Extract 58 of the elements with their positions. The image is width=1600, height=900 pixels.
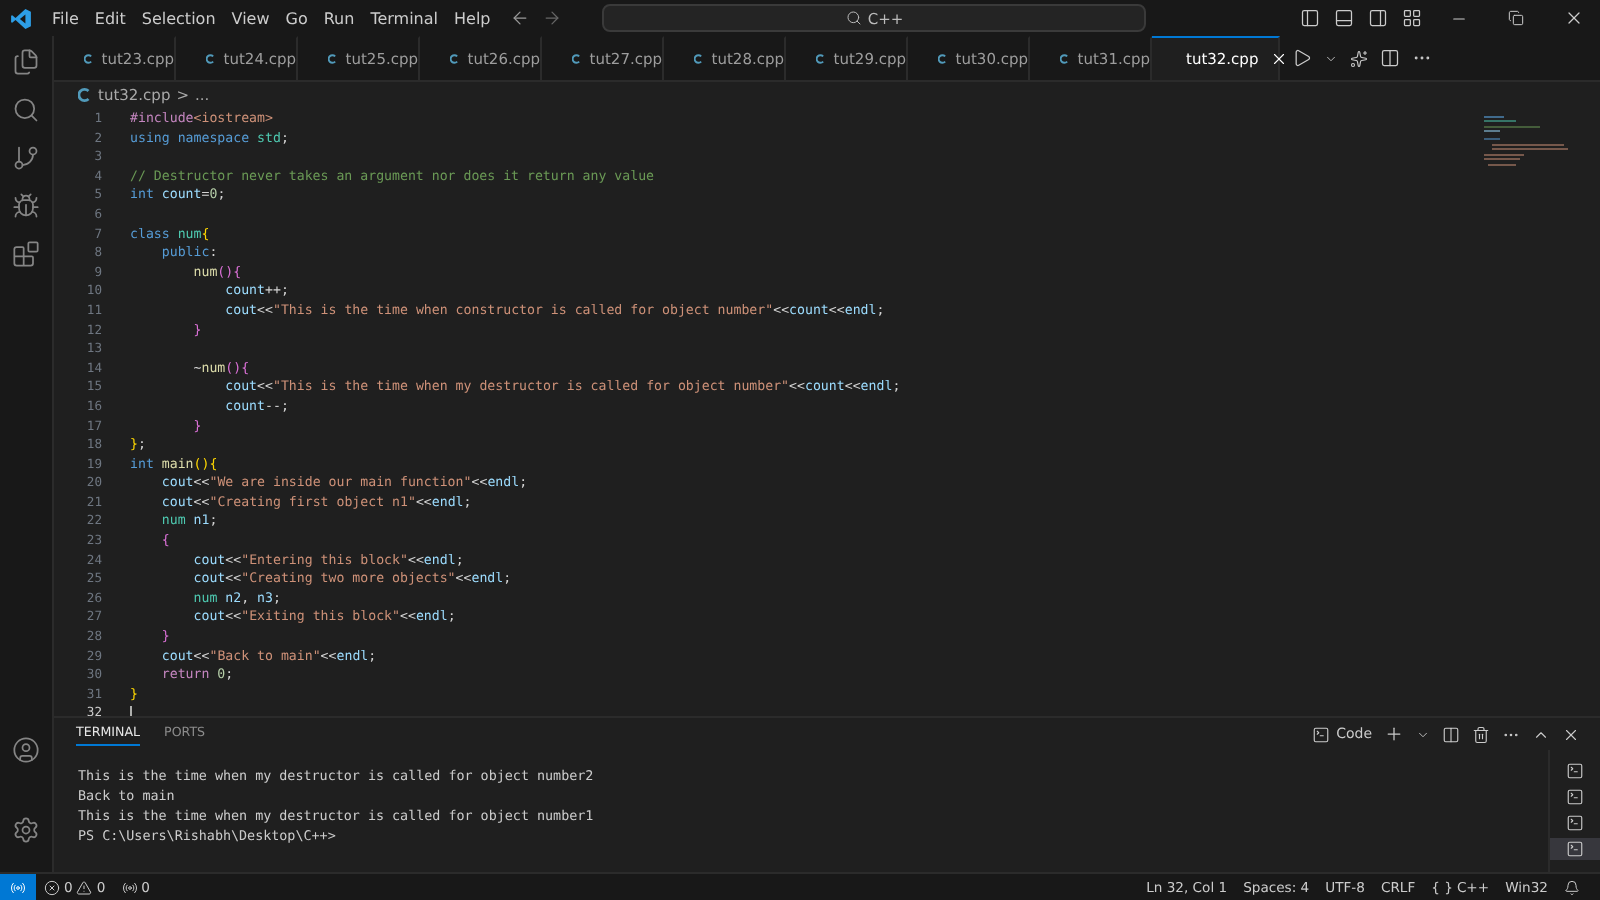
cpp-file-icon [694, 52, 704, 66]
settings-icon[interactable] [12, 816, 40, 844]
sparkle-icon[interactable] [1350, 49, 1368, 67]
terminal-icon [1566, 762, 1584, 780]
menu-item[interactable]: Help [446, 9, 499, 27]
terminal-icon [1566, 788, 1584, 806]
search-icon [845, 10, 862, 26]
cpp-file-icon [1060, 52, 1070, 66]
panel-left-icon[interactable] [1300, 8, 1320, 28]
terminal-icon [1312, 725, 1331, 743]
menu-item[interactable]: Edit [86, 9, 134, 27]
split-icon[interactable] [1442, 725, 1460, 743]
menu-item[interactable]: Run [315, 9, 363, 27]
terminal-icon [1566, 814, 1584, 832]
back-arrow-icon[interactable] [510, 8, 531, 28]
menu-item[interactable]: Selection [133, 9, 224, 27]
trash-icon[interactable] [1472, 725, 1490, 743]
restore-icon[interactable] [1508, 10, 1524, 26]
minimap-drawing [1484, 116, 1572, 168]
warning-icon [76, 879, 93, 895]
layout-icon[interactable] [1402, 8, 1422, 28]
search-icon[interactable] [12, 96, 40, 124]
broadcast-icon [121, 879, 138, 895]
panel-bottom-icon[interactable] [1334, 8, 1354, 28]
cpp-file-icon [572, 52, 582, 66]
branch-icon[interactable] [12, 144, 40, 172]
terminal-icon [1566, 840, 1584, 858]
remote-icon [10, 879, 26, 895]
terminal-tab[interactable] [1550, 838, 1600, 860]
close-icon[interactable] [1562, 725, 1580, 743]
bell-icon[interactable] [1564, 879, 1580, 895]
close-icon[interactable] [1270, 50, 1289, 68]
app-logo-icon[interactable] [10, 7, 32, 29]
menu-item[interactable]: View [223, 9, 278, 27]
close-icon[interactable] [1564, 8, 1584, 28]
cpp-file-icon [816, 52, 826, 66]
menu-item[interactable]: Terminal [362, 9, 446, 27]
cpp-file-icon [206, 52, 216, 66]
caret-icon[interactable] [1324, 51, 1338, 65]
error-icon [44, 879, 60, 895]
explorer-icon[interactable] [12, 48, 40, 76]
account-icon[interactable] [12, 736, 40, 764]
forward-arrow-icon[interactable] [542, 8, 563, 28]
menu-item[interactable]: Go [277, 9, 316, 27]
cpp-file-icon [84, 52, 94, 66]
panel-right-icon[interactable] [1368, 8, 1388, 28]
cpp-file-icon [938, 52, 948, 66]
cpp-file-icon [328, 52, 338, 66]
menu-item[interactable]: File [44, 9, 87, 27]
extensions-icon[interactable] [12, 240, 40, 268]
run-debug-icon[interactable] [12, 192, 40, 220]
cpp-file-icon [450, 52, 460, 66]
add-icon[interactable] [1384, 724, 1404, 744]
remote-button[interactable] [0, 874, 36, 900]
split-editor-icon[interactable] [1380, 48, 1400, 68]
caret-icon[interactable] [1416, 727, 1430, 741]
cpp-file-icon [78, 88, 92, 102]
run-icon[interactable] [1292, 48, 1312, 68]
